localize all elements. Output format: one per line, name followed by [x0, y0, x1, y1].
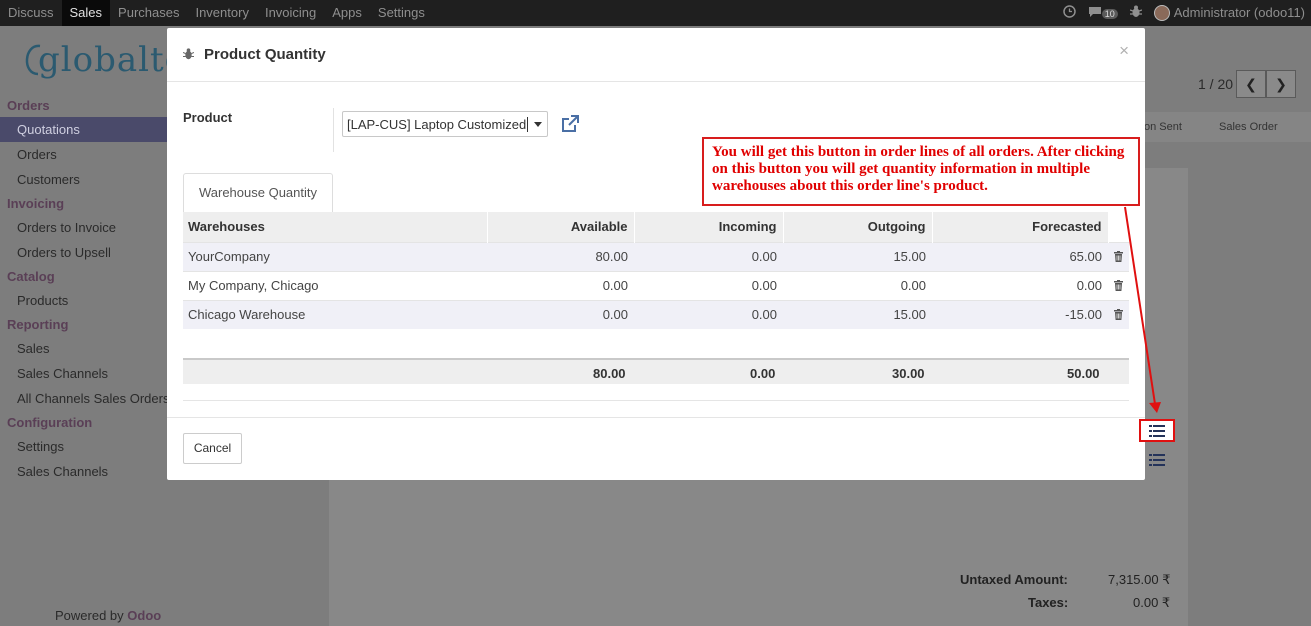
dialog-header: Product Quantity × — [167, 28, 1145, 82]
delete-row-button[interactable] — [1108, 270, 1129, 300]
column-forecasted[interactable]: Forecasted — [932, 212, 1109, 242]
bug-icon — [183, 48, 194, 60]
close-button[interactable]: × — [1119, 41, 1129, 61]
cell-outgoing: 0.00 — [783, 270, 932, 300]
column-incoming[interactable]: Incoming — [634, 212, 784, 242]
cell-available: 0.00 — [487, 270, 634, 300]
caret-down-icon[interactable] — [534, 122, 542, 127]
untaxed-value: 7,315.00 ₹ — [1108, 572, 1171, 587]
trash-icon[interactable] — [1114, 309, 1123, 321]
trash-icon[interactable] — [1114, 280, 1123, 291]
chat-icon[interactable]: 10 — [1088, 6, 1118, 21]
cell-available: 0.00 — [487, 299, 634, 329]
systray: 10 Administrator (odoo11) — [1063, 0, 1305, 26]
debug-icon[interactable] — [1129, 5, 1142, 21]
pager-prev-button[interactable]: ❮ — [1236, 70, 1266, 98]
total-outgoing: 30.00 — [892, 366, 925, 381]
untaxed-label: Untaxed Amount: — [960, 572, 1068, 587]
annotation-callout: You will get this button in order lines … — [702, 137, 1140, 206]
menu-sales[interactable]: Sales — [61, 0, 111, 26]
table-row[interactable]: My Company, Chicago 0.00 0.00 0.00 0.00 — [183, 270, 1129, 300]
trash-icon[interactable] — [1114, 251, 1123, 262]
status-step-sales-order[interactable]: Sales Order — [1219, 121, 1278, 133]
warehouse-quantity-table: Warehouses Available Incoming Outgoing F… — [183, 212, 1129, 329]
powered-by: Powered by Odoo — [55, 608, 161, 623]
taxes-value: 0.00 ₹ — [1133, 595, 1171, 610]
table-row[interactable]: YourCompany 80.00 0.00 15.00 65.00 — [183, 241, 1129, 271]
cell-warehouse: YourCompany — [183, 241, 487, 271]
status-step-sent[interactable]: on Sent — [1144, 121, 1182, 133]
cell-outgoing: 15.00 — [783, 299, 932, 329]
product-quantity-dialog: Product Quantity × Product [LAP-CUS] Lap… — [167, 28, 1145, 480]
total-forecasted: 50.00 — [1067, 366, 1100, 381]
column-available[interactable]: Available — [487, 212, 635, 242]
menu-discuss[interactable]: Discuss — [0, 0, 62, 26]
taxes-label: Taxes: — [1028, 595, 1069, 610]
clock-icon[interactable] — [1063, 5, 1076, 21]
menu-purchases[interactable]: Purchases — [110, 0, 187, 26]
divider — [183, 400, 1129, 401]
dialog-title: Product Quantity — [204, 46, 326, 63]
menu-apps[interactable]: Apps — [324, 0, 370, 26]
main-menu: Discuss Sales Purchases Inventory Invoic… — [0, 0, 433, 26]
table-header-row: Warehouses Available Incoming Outgoing F… — [183, 212, 1129, 242]
cell-incoming: 0.00 — [634, 299, 783, 329]
user-menu[interactable]: Administrator (odoo11) — [1153, 4, 1305, 22]
warehouse-quantity-list-icon[interactable] — [1149, 425, 1165, 437]
field-separator — [333, 108, 334, 152]
menu-settings[interactable]: Settings — [370, 0, 433, 26]
top-navbar: Discuss Sales Purchases Inventory Invoic… — [0, 0, 1311, 26]
column-warehouses[interactable]: Warehouses — [183, 212, 488, 242]
total-available: 80.00 — [593, 366, 626, 381]
cell-warehouse: Chicago Warehouse — [183, 299, 487, 329]
column-delete — [1108, 212, 1129, 242]
cell-forecasted: 0.00 — [932, 270, 1108, 300]
cell-incoming: 0.00 — [634, 241, 783, 271]
powered-by-brand[interactable]: Odoo — [127, 608, 161, 623]
product-label: Product — [183, 110, 233, 125]
list-icon[interactable] — [1149, 454, 1165, 466]
cell-warehouse: My Company, Chicago — [183, 270, 487, 300]
cell-forecasted: -15.00 — [932, 299, 1108, 329]
status-bar: on Sent Sales Order — [1144, 112, 1311, 142]
product-select[interactable]: [LAP-CUS] Laptop Customized — [342, 111, 548, 137]
powered-by-text: Powered by — [55, 608, 124, 623]
total-incoming: 0.00 — [750, 366, 776, 381]
cell-available: 80.00 — [487, 241, 634, 271]
table-totals-row: 80.00 0.00 30.00 50.00 — [183, 358, 1129, 384]
pager-next-button[interactable]: ❯ — [1266, 70, 1296, 98]
menu-invoicing[interactable]: Invoicing — [257, 0, 324, 26]
menu-inventory[interactable]: Inventory — [187, 0, 256, 26]
tab-warehouse-quantity[interactable]: Warehouse Quantity — [183, 173, 333, 213]
cell-outgoing: 15.00 — [783, 241, 932, 271]
user-name: Administrator (odoo11) — [1173, 4, 1305, 20]
avatar — [1153, 5, 1170, 22]
delete-row-button[interactable] — [1108, 241, 1129, 271]
cell-forecasted: 65.00 — [932, 241, 1108, 271]
external-link-icon[interactable] — [560, 114, 580, 134]
cancel-button[interactable]: Cancel — [183, 433, 242, 464]
table-row[interactable]: Chicago Warehouse 0.00 0.00 15.00 -15.00 — [183, 299, 1129, 329]
delete-row-button[interactable] — [1108, 299, 1129, 329]
product-select-value: [LAP-CUS] Laptop Customized — [347, 117, 527, 132]
cell-incoming: 0.00 — [634, 270, 783, 300]
column-outgoing[interactable]: Outgoing — [783, 212, 933, 242]
highlighted-button-frame — [1139, 419, 1175, 442]
pager-value: 1 / 20 — [1198, 76, 1234, 92]
footer-divider — [167, 417, 1145, 418]
notification-badge: 10 — [1101, 8, 1118, 19]
